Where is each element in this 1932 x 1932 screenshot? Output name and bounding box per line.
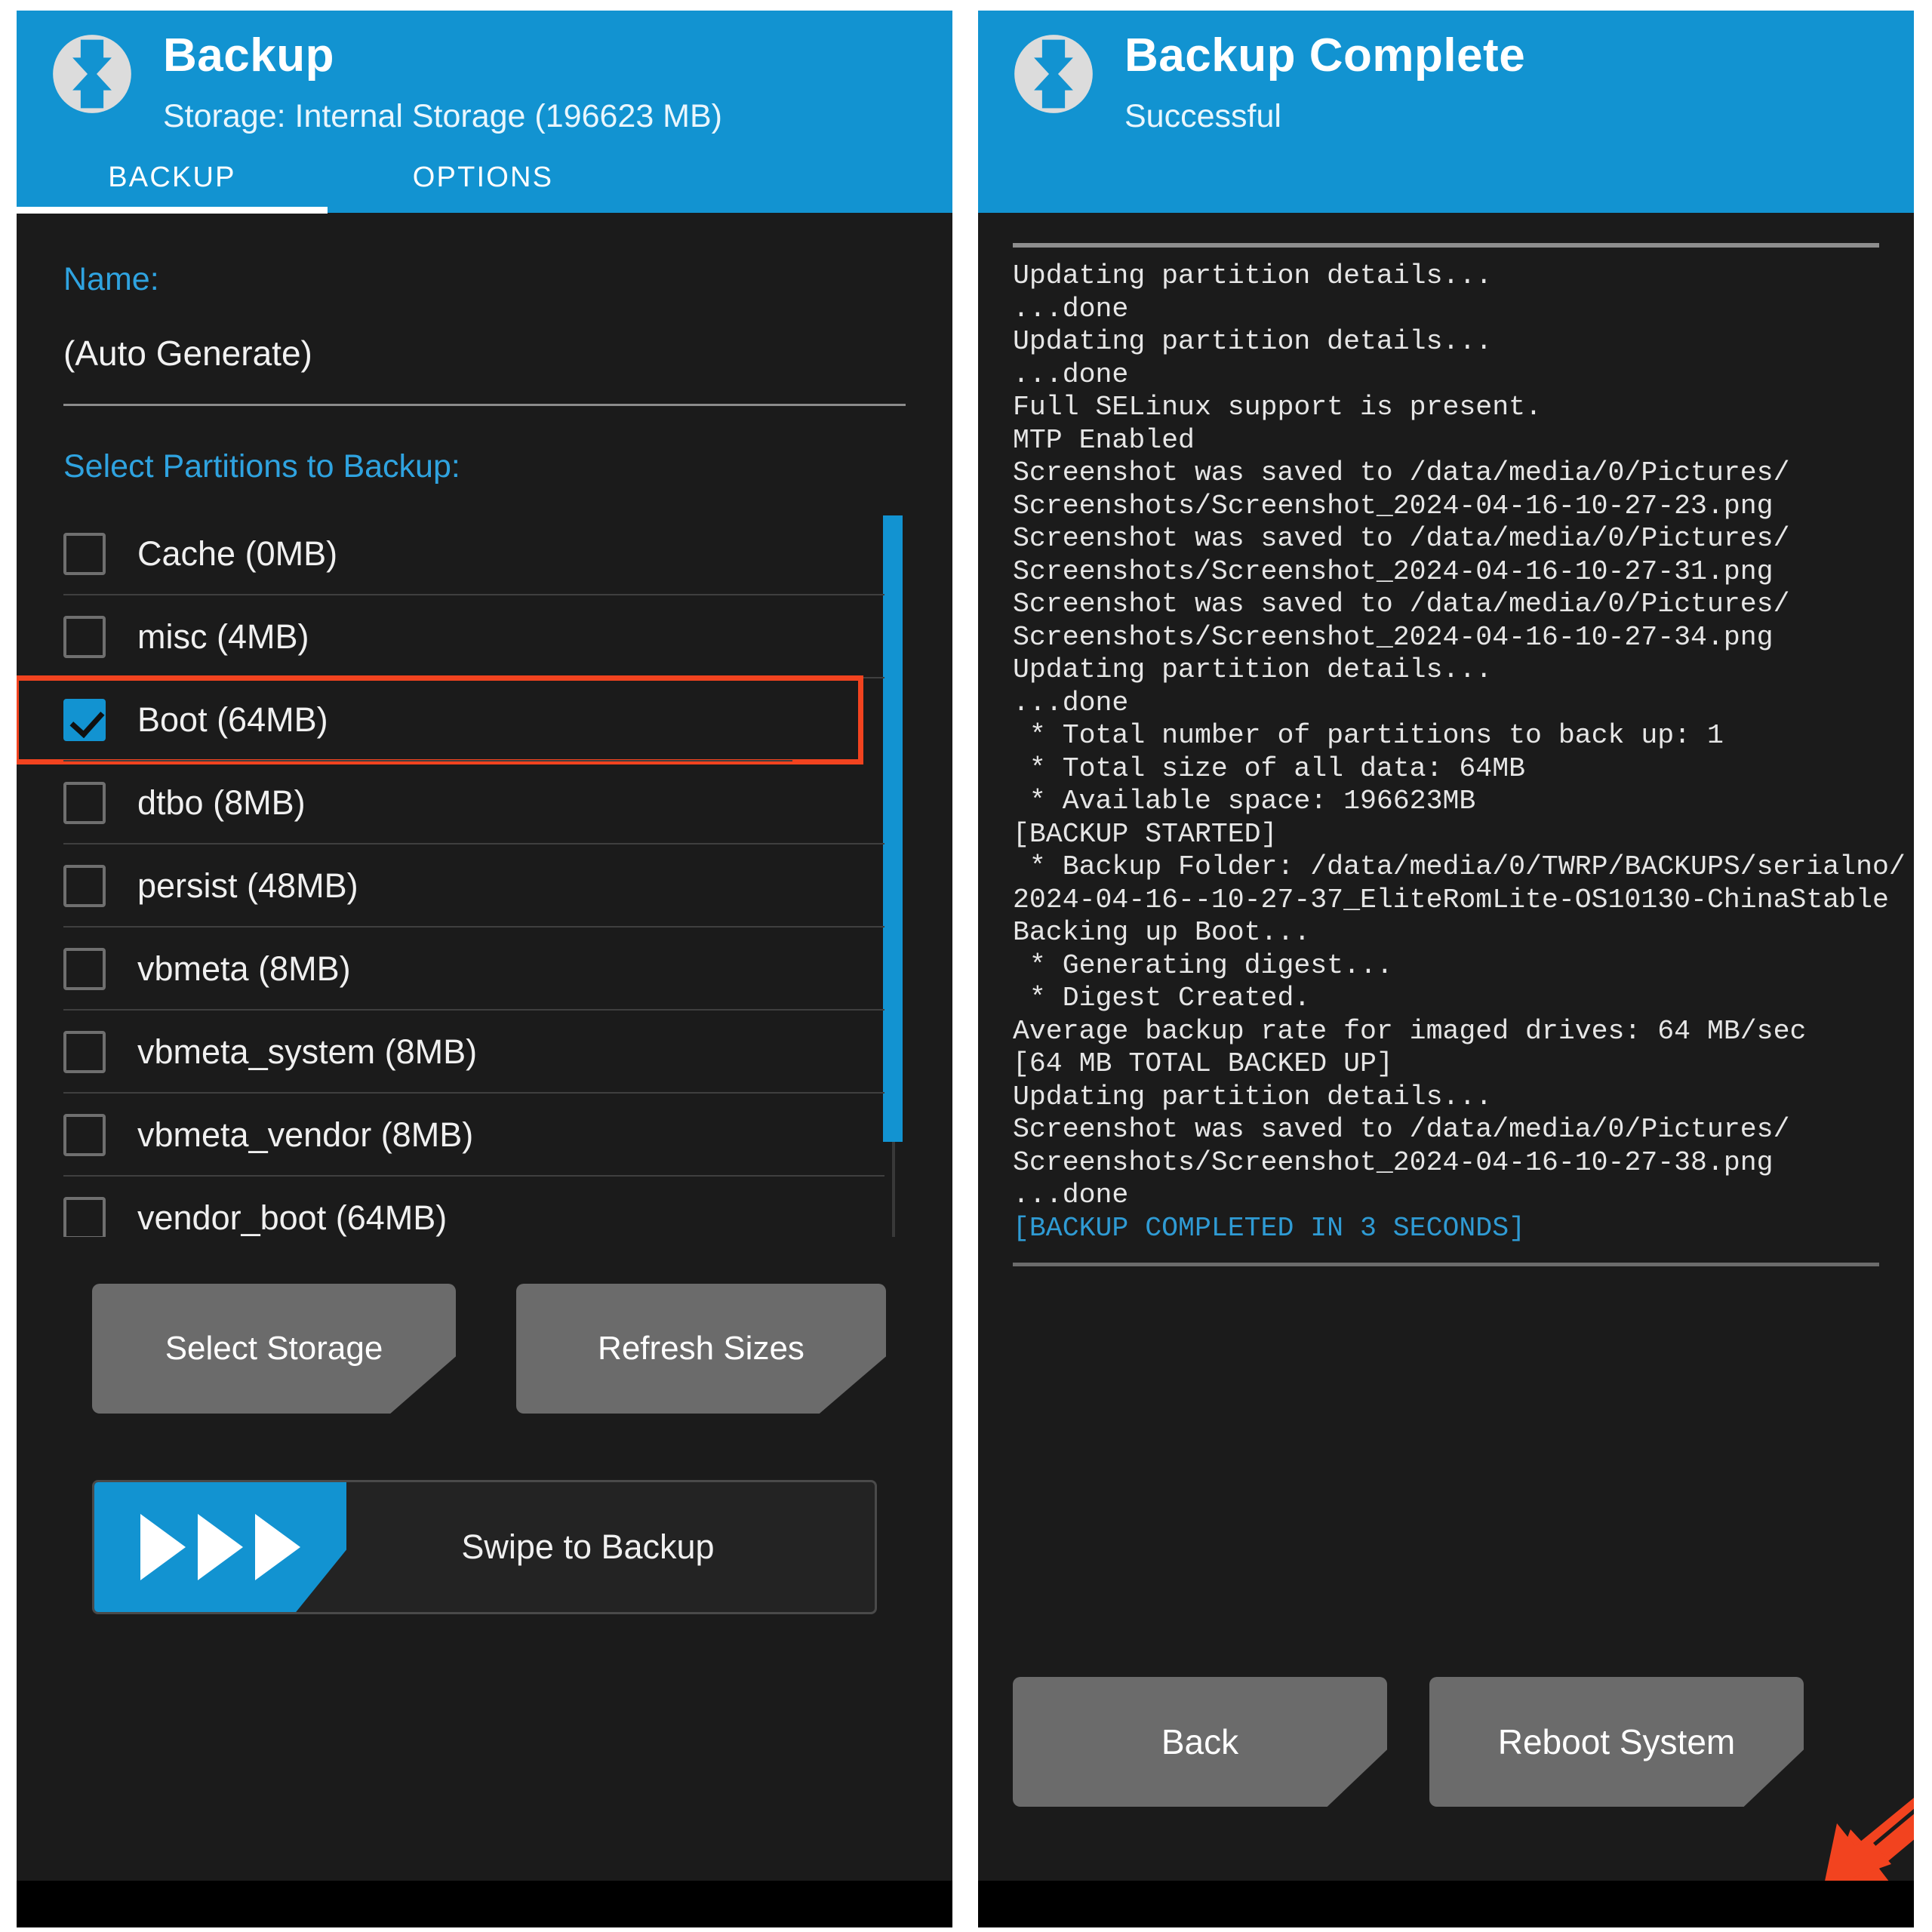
backup-body: Name: (Auto Generate) Select Partitions … bbox=[17, 213, 952, 1927]
console-line: Screenshots/Screenshot_2024-04-16-10-27-… bbox=[1013, 555, 1774, 587]
tab-options[interactable]: OPTIONS bbox=[328, 162, 638, 214]
console-line: Screenshot was saved to /data/media/0/Pi… bbox=[1013, 523, 1790, 554]
chevron-right-icon bbox=[140, 1514, 186, 1580]
console-line: Updating partition details... bbox=[1013, 260, 1493, 291]
console-line: Screenshot was saved to /data/media/0/Pi… bbox=[1013, 589, 1790, 620]
partition-row[interactable]: misc (4MB) bbox=[17, 595, 952, 678]
tab-backup[interactable]: BACKUP bbox=[17, 162, 328, 214]
name-label: Name: bbox=[63, 261, 159, 297]
chevron-right-icon bbox=[198, 1514, 243, 1580]
swipe-label: Swipe to Backup bbox=[461, 1527, 715, 1566]
console-line: Backing up Boot... bbox=[1013, 917, 1311, 948]
backup-name-input[interactable]: (Auto Generate) bbox=[17, 298, 952, 374]
console-line: * Digest Created. bbox=[1013, 983, 1311, 1014]
refresh-sizes-button[interactable]: Refresh Sizes bbox=[516, 1284, 886, 1414]
console-line: Updating partition details... bbox=[1013, 654, 1493, 685]
screenshot-root: Backup Storage: Internal Storage (196623… bbox=[0, 0, 1932, 1932]
console-line: ...done bbox=[1013, 1180, 1129, 1211]
backup-complete-panel: Backup Complete Successful Updating part… bbox=[978, 11, 1914, 1927]
reboot-system-button[interactable]: Reboot System bbox=[1429, 1677, 1804, 1807]
partition-label: vbmeta_system (8MB) bbox=[137, 1032, 478, 1071]
partition-row[interactable]: vbmeta_vendor (8MB) bbox=[17, 1094, 952, 1177]
partition-checkbox[interactable] bbox=[63, 1197, 106, 1237]
right-header: Backup Complete Successful bbox=[978, 11, 1914, 213]
partition-row-boot-selected[interactable]: Boot (64MB) bbox=[17, 675, 863, 764]
partition-checkbox[interactable] bbox=[63, 1114, 106, 1156]
console-line: Updating partition details... bbox=[1013, 1081, 1493, 1112]
partition-label: Boot (64MB) bbox=[137, 700, 328, 739]
console-line: [BACKUP STARTED] bbox=[1013, 818, 1278, 850]
partition-checkbox[interactable] bbox=[63, 1031, 106, 1073]
console-line: Screenshots/Screenshot_2024-04-16-10-27-… bbox=[1013, 490, 1774, 521]
console-top-divider bbox=[1013, 243, 1879, 248]
partition-row[interactable]: vbmeta (8MB) bbox=[17, 928, 952, 1011]
partition-label: vbmeta (8MB) bbox=[137, 949, 351, 988]
storage-subtitle: Storage: Internal Storage (196623 MB) bbox=[163, 98, 722, 134]
left-header: Backup Storage: Internal Storage (196623… bbox=[17, 11, 952, 214]
console-line: Updating partition details... bbox=[1013, 326, 1493, 357]
select-partitions-label: Select Partitions to Backup: bbox=[63, 448, 460, 485]
partition-list[interactable]: Cache (0MB) misc (4MB) Boot (64MB) dtbo … bbox=[17, 512, 952, 1237]
partition-checkbox[interactable] bbox=[63, 948, 106, 990]
console-line: * Total number of partitions to back up:… bbox=[1013, 720, 1724, 751]
partition-checkbox[interactable] bbox=[63, 616, 106, 658]
console-line: Screenshot was saved to /data/media/0/Pi… bbox=[1013, 457, 1790, 488]
console-line: Screenshot was saved to /data/media/0/Pi… bbox=[1013, 1114, 1790, 1145]
console-line: [64 MB TOTAL BACKED UP] bbox=[1013, 1048, 1393, 1079]
partition-row[interactable]: dtbo (8MB) bbox=[17, 761, 952, 844]
status-subtitle: Successful bbox=[1124, 98, 1281, 134]
swipe-handle[interactable] bbox=[94, 1482, 346, 1612]
console-line: * Available space: 196623MB bbox=[1013, 786, 1476, 817]
partition-label: dtbo (8MB) bbox=[137, 783, 306, 822]
twrp-logo-icon bbox=[1014, 35, 1093, 113]
console-line: * Total size of all data: 64MB bbox=[1013, 752, 1526, 784]
select-storage-button[interactable]: Select Storage bbox=[92, 1284, 456, 1414]
console-line: Screenshots/Screenshot_2024-04-16-10-27-… bbox=[1013, 1146, 1774, 1178]
nav-bar bbox=[978, 1881, 1914, 1927]
tab-bar: BACKUP OPTIONS bbox=[17, 162, 952, 214]
partition-label: misc (4MB) bbox=[137, 617, 309, 656]
partition-checkbox[interactable] bbox=[63, 782, 106, 824]
console-line: ...done bbox=[1013, 293, 1129, 325]
console-log: Updating partition details... ...done Upda… bbox=[1013, 260, 1906, 1244]
chevron-right-icon bbox=[255, 1514, 300, 1580]
console-line: [BACKUP COMPLETED IN 3 SECONDS] bbox=[1013, 1212, 1526, 1244]
console-line: 2024-04-16--10-27-37_EliteRomLite-OS1013… bbox=[1013, 884, 1889, 915]
nav-bar bbox=[17, 1881, 952, 1927]
partition-checkbox-checked[interactable] bbox=[63, 699, 106, 741]
partition-checkbox[interactable] bbox=[63, 865, 106, 907]
console-line: ...done bbox=[1013, 687, 1129, 718]
console-line: * Backup Folder: /data/media/0/TWRP/BACK… bbox=[1013, 851, 1906, 882]
partition-row[interactable]: Cache (0MB) bbox=[17, 512, 952, 595]
partition-row[interactable]: vbmeta_system (8MB) bbox=[17, 1011, 952, 1094]
back-button[interactable]: Back bbox=[1013, 1677, 1387, 1807]
swipe-to-backup-slider[interactable]: Swipe to Backup bbox=[92, 1480, 877, 1614]
backup-screen-panel: Backup Storage: Internal Storage (196623… bbox=[17, 11, 952, 1927]
partition-label: persist (48MB) bbox=[137, 866, 358, 905]
partition-label: vbmeta_vendor (8MB) bbox=[137, 1115, 474, 1154]
bottom-button-row: Back Reboot System bbox=[1013, 1677, 1879, 1807]
page-title: Backup Complete bbox=[1124, 29, 1526, 82]
console-area: Updating partition details... ...done Upda… bbox=[978, 213, 1914, 1927]
console-bottom-divider bbox=[1013, 1263, 1879, 1266]
console-line: MTP Enabled bbox=[1013, 424, 1195, 456]
console-line: Average backup rate for imaged drives: 6… bbox=[1013, 1015, 1807, 1047]
partition-row[interactable]: vendor_boot (64MB) bbox=[17, 1177, 952, 1237]
partition-row[interactable]: persist (48MB) bbox=[17, 844, 952, 928]
partition-checkbox[interactable] bbox=[63, 533, 106, 575]
partition-label: Cache (0MB) bbox=[137, 534, 338, 573]
console-line: Full SELinux support is present. bbox=[1013, 392, 1542, 423]
page-title: Backup bbox=[163, 29, 334, 82]
console-line: * Generating digest... bbox=[1013, 949, 1393, 981]
console-line: Screenshots/Screenshot_2024-04-16-10-27-… bbox=[1013, 621, 1774, 653]
twrp-logo-icon bbox=[53, 35, 131, 113]
console-line: ...done bbox=[1013, 358, 1129, 390]
action-button-row: Select Storage Refresh Sizes bbox=[17, 1237, 952, 1414]
partition-label: vendor_boot (64MB) bbox=[137, 1198, 448, 1237]
